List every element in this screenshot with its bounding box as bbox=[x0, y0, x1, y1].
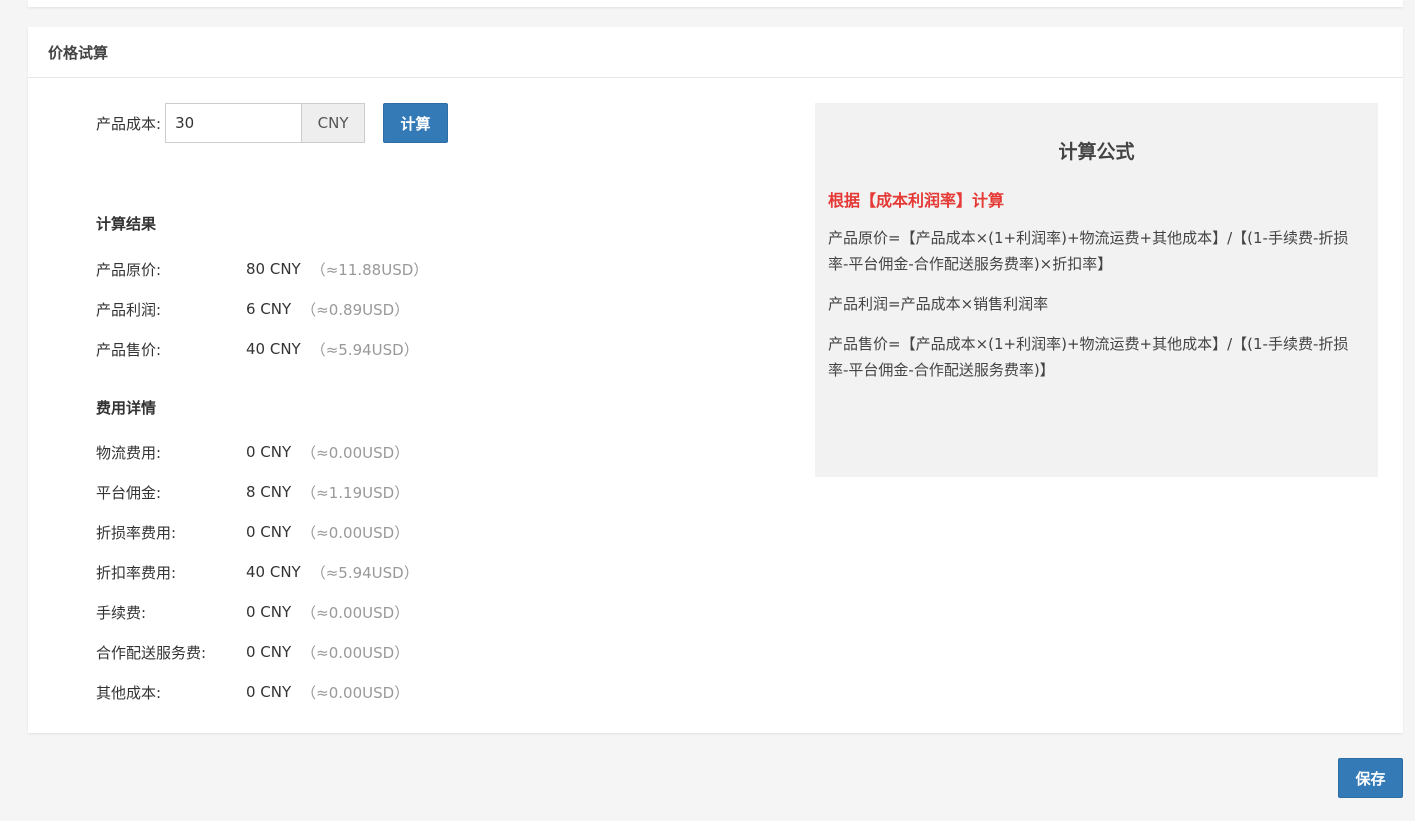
result-usd: （≈11.88USD） bbox=[310, 260, 429, 279]
result-label: 产品利润: bbox=[96, 300, 162, 319]
fees-title: 费用详情 bbox=[96, 399, 157, 417]
result-value: 6 CNY bbox=[246, 300, 292, 318]
cost-input[interactable] bbox=[165, 103, 302, 143]
fee-row-handling: 手续费: 0 CNY （≈0.00USD） bbox=[96, 601, 409, 623]
result-usd: （≈5.94USD） bbox=[310, 340, 419, 359]
cost-label: 产品成本: bbox=[96, 114, 162, 133]
fee-usd: （≈0.00USD） bbox=[301, 643, 410, 662]
currency-addon: CNY bbox=[301, 103, 366, 143]
fee-label: 手续费: bbox=[96, 603, 147, 622]
fee-label: 其他成本: bbox=[96, 683, 162, 702]
fee-label: 平台佣金: bbox=[96, 483, 162, 502]
save-button[interactable]: 保存 bbox=[1338, 758, 1403, 798]
result-row-original-price: 产品原价: 80 CNY （≈11.88USD） bbox=[96, 258, 428, 280]
fee-value: 0 CNY bbox=[246, 443, 292, 461]
fee-usd: （≈5.94USD） bbox=[310, 563, 419, 582]
fee-value: 0 CNY bbox=[246, 603, 292, 621]
fee-usd: （≈1.19USD） bbox=[301, 483, 410, 502]
result-label: 产品原价: bbox=[96, 260, 162, 279]
fee-usd: （≈0.00USD） bbox=[301, 683, 410, 702]
fee-label: 物流费用: bbox=[96, 443, 162, 462]
result-value: 40 CNY bbox=[246, 340, 301, 358]
fee-row-other-cost: 其他成本: 0 CNY （≈0.00USD） bbox=[96, 681, 409, 703]
fee-value: 0 CNY bbox=[246, 523, 292, 541]
fee-row-damage-rate: 折损率费用: 0 CNY （≈0.00USD） bbox=[96, 521, 409, 543]
result-value: 80 CNY bbox=[246, 260, 301, 278]
fee-row-platform-commission: 平台佣金: 8 CNY （≈1.19USD） bbox=[96, 481, 409, 503]
result-row-profit: 产品利润: 6 CNY （≈0.89USD） bbox=[96, 298, 409, 320]
fee-value: 40 CNY bbox=[246, 563, 301, 581]
formula-title: 计算公式 bbox=[1058, 141, 1135, 163]
cost-input-row: 产品成本: CNY 计算 bbox=[96, 103, 449, 143]
price-trial-panel: 价格试算 产品成本: CNY 计算 计算结果 产品原价: 80 CNY （≈11… bbox=[28, 27, 1403, 733]
formula-box: 计算公式 根据【成本利润率】计算 产品原价=【产品成本×(1+利润率)+物流运费… bbox=[815, 103, 1378, 477]
fee-row-delivery-service: 合作配送服务费: 0 CNY （≈0.00USD） bbox=[96, 641, 409, 663]
previous-panel-edge bbox=[28, 0, 1403, 7]
fee-usd: （≈0.00USD） bbox=[301, 603, 410, 622]
fee-row-logistics: 物流费用: 0 CNY （≈0.00USD） bbox=[96, 441, 409, 463]
fee-label: 合作配送服务费: bbox=[96, 643, 207, 662]
calculate-button[interactable]: 计算 bbox=[383, 103, 449, 143]
fee-value: 0 CNY bbox=[246, 643, 292, 661]
fee-label: 折损率费用: bbox=[96, 523, 177, 542]
panel-title: 价格试算 bbox=[28, 27, 1403, 78]
cost-input-group: CNY bbox=[165, 103, 366, 143]
formula-subtitle: 根据【成本利润率】计算 bbox=[828, 191, 1005, 210]
fee-value: 0 CNY bbox=[246, 683, 292, 701]
formula-profit: 产品利润=产品成本×销售利润率 bbox=[828, 295, 1049, 313]
fee-label: 折扣率费用: bbox=[96, 563, 177, 582]
fee-value: 8 CNY bbox=[246, 483, 292, 501]
result-row-sale-price: 产品售价: 40 CNY （≈5.94USD） bbox=[96, 338, 419, 360]
result-usd: （≈0.89USD） bbox=[301, 300, 410, 319]
formula-sale-price: 产品售价=【产品成本×(1+利润率)+物流运费+其他成本】/【(1-手续费-折损… bbox=[828, 335, 1349, 379]
fee-row-discount-rate: 折扣率费用: 40 CNY （≈5.94USD） bbox=[96, 561, 419, 583]
fee-usd: （≈0.00USD） bbox=[301, 523, 410, 542]
fee-usd: （≈0.00USD） bbox=[301, 443, 410, 462]
formula-original-price: 产品原价=【产品成本×(1+利润率)+物流运费+其他成本】/【(1-手续费-折损… bbox=[828, 229, 1349, 273]
results-title: 计算结果 bbox=[96, 215, 157, 233]
result-label: 产品售价: bbox=[96, 340, 162, 359]
